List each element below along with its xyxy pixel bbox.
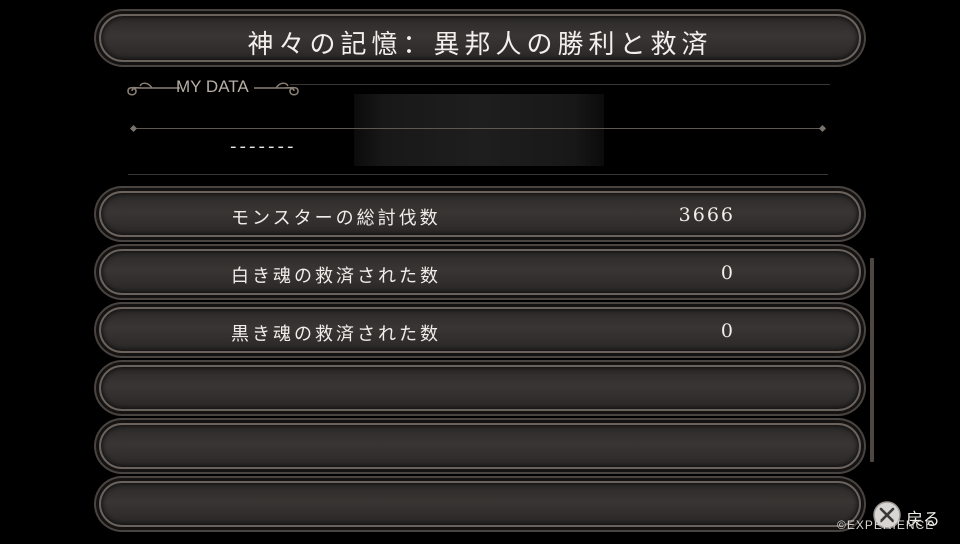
scrollbar[interactable]	[870, 258, 874, 462]
my-data-panel: MY DATA -------	[120, 70, 840, 180]
player-portrait	[354, 94, 604, 166]
stat-row[interactable]: モンスターの総討伐数 3666	[99, 191, 861, 237]
stat-row-empty[interactable]	[99, 365, 861, 411]
page-title: 神々の記憶：異邦人の勝利と救済	[247, 30, 713, 60]
divider-end-left-icon	[129, 124, 138, 133]
divider-top	[290, 84, 830, 85]
title-bar: 神々の記憶：異邦人の勝利と救済	[99, 14, 861, 62]
my-data-title: MY DATA	[176, 77, 249, 96]
player-name: -------	[230, 136, 297, 157]
stat-label: 白き魂の救済された数	[231, 266, 441, 287]
scroll-ornament-left-icon	[127, 82, 180, 96]
stat-row-empty[interactable]	[99, 481, 861, 527]
stat-value: 0	[720, 262, 735, 284]
divider-bottom	[128, 174, 828, 175]
stat-value: 0	[720, 320, 735, 342]
stat-row[interactable]: 黒き魂の救済された数 0	[99, 307, 861, 353]
divider-end-right-icon	[818, 124, 827, 133]
copyright-text: ©EXPERIENCE	[837, 518, 935, 532]
divider-middle	[134, 128, 824, 129]
scroll-ornament-right-icon	[254, 82, 299, 96]
stat-row[interactable]: 白き魂の救済された数 0	[99, 249, 861, 295]
stat-value: 3666	[678, 204, 735, 226]
stat-label: 黒き魂の救済された数	[231, 324, 441, 345]
stat-row-empty[interactable]	[99, 423, 861, 469]
stat-label: モンスターの総討伐数	[231, 208, 441, 229]
